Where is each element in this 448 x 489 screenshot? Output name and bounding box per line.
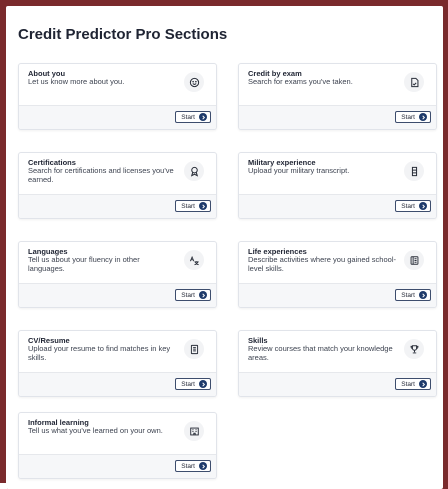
section-description: Review courses that match your knowledge… [248, 344, 393, 362]
section-description: Tell us about your fluency in other lang… [28, 255, 140, 273]
section-card-certifications: Certifications Search for certifications… [18, 152, 217, 219]
chevron-right-icon [199, 291, 207, 299]
chevron-right-icon [199, 462, 207, 470]
chevron-right-icon [419, 380, 427, 388]
dog-tag-icon [404, 161, 424, 181]
section-description: Search for certifications and licenses y… [28, 166, 174, 184]
card-footer: Start [19, 105, 216, 129]
sections-panel: Credit Predictor Pro Sections About you … [6, 6, 443, 489]
start-label: Start [181, 113, 195, 121]
start-button-languages[interactable]: Start [175, 289, 211, 301]
card-footer: Start [19, 283, 216, 307]
translate-icon [184, 250, 204, 270]
trophy-icon [404, 339, 424, 359]
chevron-right-icon [199, 202, 207, 210]
start-button-military-experience[interactable]: Start [395, 200, 431, 212]
chevron-right-icon [199, 380, 207, 388]
section-description: Let us know more about you. [28, 77, 125, 86]
document-icon [404, 72, 424, 92]
notebook-icon [404, 250, 424, 270]
card-footer: Start [239, 372, 436, 396]
section-card-informal-learning: Informal learning Tell us what you've le… [18, 412, 217, 479]
start-button-cv-resume[interactable]: Start [175, 378, 211, 390]
start-button-certifications[interactable]: Start [175, 200, 211, 212]
chevron-right-icon [199, 113, 207, 121]
card-footer: Start [19, 372, 216, 396]
section-card-languages: Languages Tell us about your fluency in … [18, 241, 217, 308]
smile-icon [184, 72, 204, 92]
section-description: Upload your resume to find matches in ke… [28, 344, 171, 362]
card-footer: Start [19, 454, 216, 478]
page-title: Credit Predictor Pro Sections [18, 26, 228, 43]
start-label: Start [181, 291, 195, 299]
card-footer: Start [239, 283, 436, 307]
start-button-informal-learning[interactable]: Start [175, 460, 211, 472]
start-button-life-experiences[interactable]: Start [395, 289, 431, 301]
start-label: Start [401, 202, 415, 210]
start-label: Start [401, 113, 415, 121]
chevron-right-icon [419, 202, 427, 210]
start-button-about-you[interactable]: Start [175, 111, 211, 123]
start-label: Start [401, 380, 415, 388]
section-card-military-experience: Military experience Upload your military… [238, 152, 437, 219]
start-label: Start [181, 202, 195, 210]
section-card-cv-resume: CV/Resume Upload your resume to find mat… [18, 330, 217, 397]
section-card-about-you: About you Let us know more about you. St… [18, 63, 217, 130]
chevron-right-icon [419, 291, 427, 299]
card-footer: Start [239, 194, 436, 218]
card-footer: Start [239, 105, 436, 129]
section-card-skills: Skills Review courses that match your kn… [238, 330, 437, 397]
section-description: Describe activities where you gained sch… [248, 255, 396, 273]
start-button-skills[interactable]: Start [395, 378, 431, 390]
start-label: Start [401, 291, 415, 299]
section-description: Tell us what you've learned on your own. [28, 426, 163, 435]
building-icon [184, 421, 204, 441]
section-description: Search for exams you've taken. [248, 77, 353, 86]
start-button-credit-by-exam[interactable]: Start [395, 111, 431, 123]
award-icon [184, 161, 204, 181]
chevron-right-icon [419, 113, 427, 121]
start-label: Start [181, 462, 195, 470]
section-card-life-experiences: Life experiences Describe activities whe… [238, 241, 437, 308]
start-label: Start [181, 380, 195, 388]
section-description: Upload your military transcript. [248, 166, 350, 175]
resume-icon [184, 339, 204, 359]
card-footer: Start [19, 194, 216, 218]
section-card-credit-by-exam: Credit by exam Search for exams you've t… [238, 63, 437, 130]
